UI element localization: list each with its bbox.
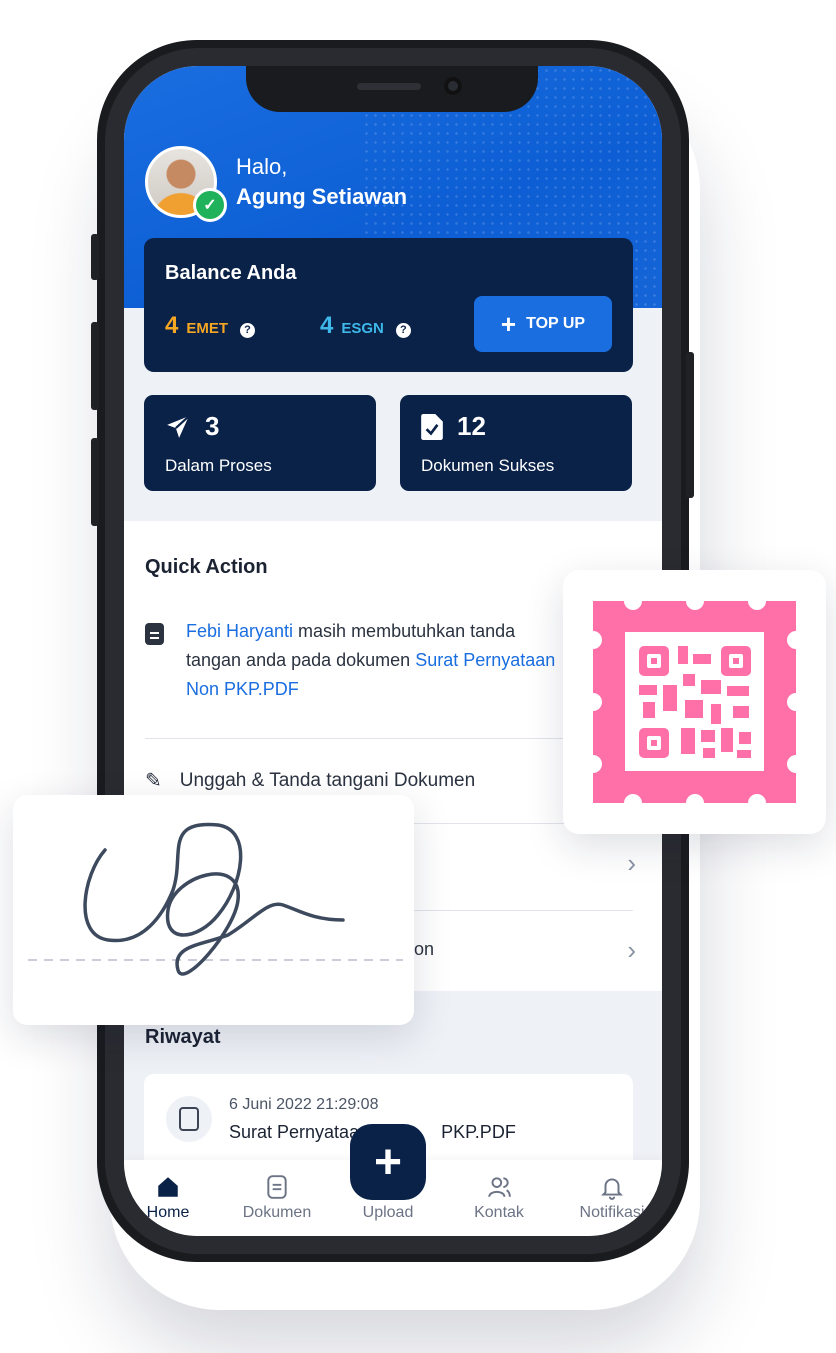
upload-sign-label: Unggah & Tanda tangani Dokumen — [179, 769, 476, 791]
document-icon — [166, 1096, 212, 1142]
stat-in-process[interactable]: 3 Dalam Proses — [144, 395, 376, 491]
plus-icon: + — [500, 309, 517, 339]
document-check-icon — [421, 413, 443, 440]
plus-icon: + — [373, 1135, 403, 1189]
signature-card — [13, 795, 414, 1025]
front-camera — [444, 77, 462, 95]
history-name-end: PKP.PDF — [441, 1122, 516, 1142]
upload-sign-item[interactable]: ✎ Unggah & Tanda tangani Dokumen — [145, 768, 475, 793]
pen-icon: ✎ — [145, 770, 162, 792]
emet-unit: EMET — [186, 320, 229, 337]
nav-upload-label: Upload — [362, 1204, 414, 1221]
esgn-unit: ESGN — [341, 320, 384, 337]
requester-name[interactable]: Febi Haryanti — [186, 621, 293, 641]
contacts-icon — [488, 1177, 511, 1198]
user-avatar[interactable]: ✓ — [145, 146, 227, 222]
history-title: Riwayat — [145, 1026, 221, 1048]
nav-kontak[interactable]: Kontak — [449, 1160, 549, 1236]
qr-stamp-icon — [584, 592, 805, 812]
quick-action-title: Quick Action — [145, 556, 268, 578]
stat-success-documents[interactable]: 12 Dokumen Sukses — [400, 395, 632, 491]
stat-label: Dalam Proses — [165, 456, 272, 475]
nav-dokumen-label: Dokumen — [242, 1204, 312, 1221]
document-icon — [145, 623, 164, 645]
phone-side-button — [91, 234, 99, 280]
greeting-hello: Halo, — [236, 154, 288, 179]
balance-card: Balance Anda 4 EMET ? 4 ESGN ? + TOP UP — [144, 238, 633, 372]
esgn-balance: 4 ESGN ? — [320, 312, 411, 340]
quick-action-item-label: on — [414, 939, 435, 959]
top-up-button[interactable]: + TOP UP — [474, 296, 612, 352]
speaker — [357, 83, 421, 90]
nav-notifikasi[interactable]: Notifikasi — [562, 1160, 662, 1236]
bell-icon — [600, 1178, 624, 1200]
qr-stamp-card — [563, 570, 826, 834]
nav-notifikasi-label: Notifikasi — [579, 1204, 645, 1221]
signature-drawing — [28, 822, 403, 976]
upload-fab-button[interactable]: + — [350, 1124, 426, 1200]
phone-side-button — [91, 322, 99, 410]
user-name: Agung Setiawan — [236, 184, 408, 209]
nav-home[interactable]: Home — [124, 1160, 218, 1236]
stat-count: 3 — [205, 411, 220, 441]
history-date: 6 Juni 2022 21:29:08 — [229, 1096, 379, 1113]
document-icon — [267, 1175, 287, 1199]
phone-power-button — [686, 352, 694, 498]
send-icon — [167, 414, 190, 438]
emet-value: 4 — [165, 312, 179, 339]
nav-kontak-label: Kontak — [474, 1204, 524, 1221]
verified-shield-icon: ✓ — [193, 188, 227, 222]
esgn-value: 4 — [320, 312, 334, 339]
divider — [145, 738, 633, 739]
nav-dokumen[interactable]: Dokumen — [227, 1160, 327, 1236]
top-up-label: TOP UP — [526, 315, 586, 332]
emet-balance: 4 EMET ? — [165, 312, 256, 340]
history-name-start: Surat Pernyataa — [229, 1122, 360, 1142]
chevron-right-icon[interactable]: › — [627, 935, 636, 966]
chevron-right-icon[interactable]: › — [627, 848, 636, 879]
home-icon — [158, 1177, 178, 1197]
phone-notch — [246, 66, 538, 112]
stat-label: Dokumen Sukses — [421, 456, 555, 475]
greeting: Halo, Agung Setiawan — [236, 152, 407, 212]
balance-title: Balance Anda — [165, 262, 297, 284]
nav-home-label: Home — [146, 1204, 190, 1221]
stat-count: 12 — [457, 411, 486, 441]
phone-side-button — [91, 438, 99, 526]
pending-signature-item[interactable]: Febi Haryanti masih membutuhkan tanda ta… — [145, 617, 565, 704]
help-icon[interactable]: ? — [395, 323, 411, 338]
help-icon[interactable]: ? — [240, 323, 256, 338]
